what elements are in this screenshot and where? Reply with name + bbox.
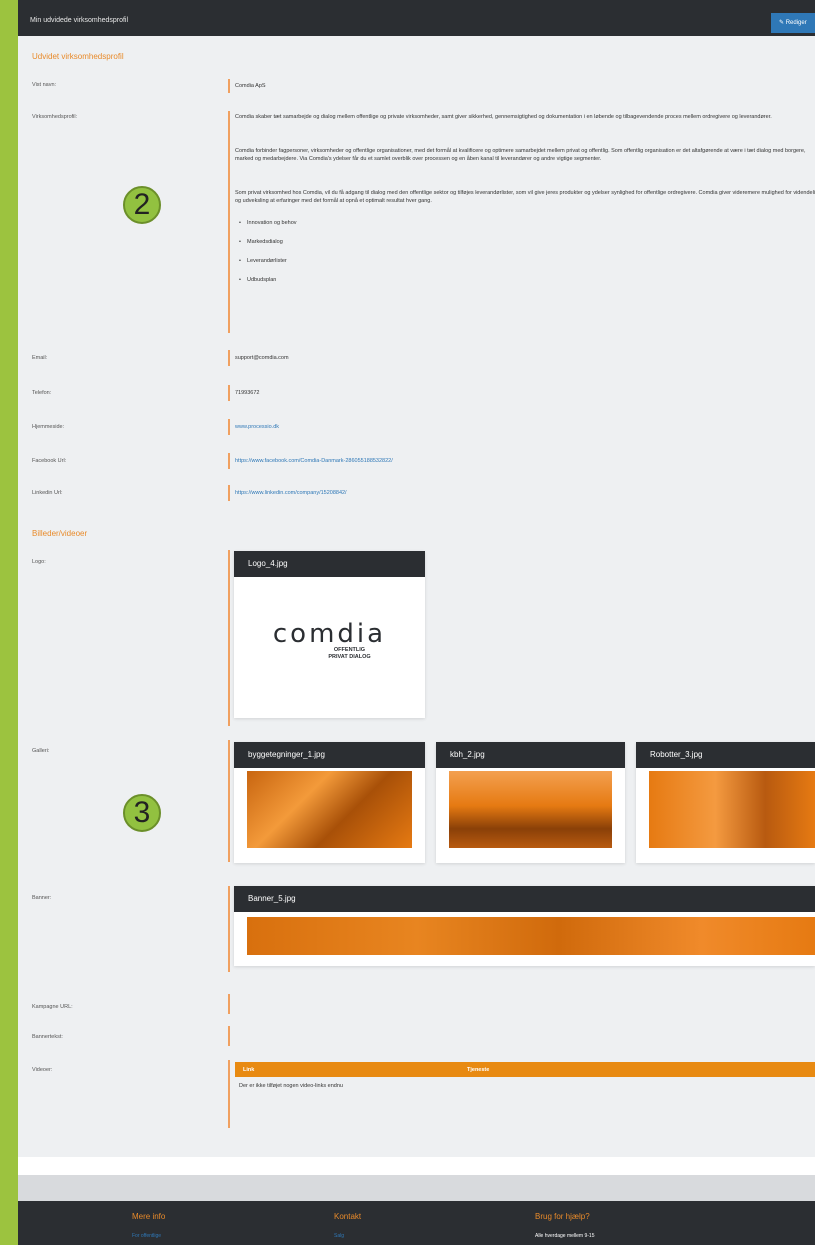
banner-card[interactable]: Banner_5.jpg <box>234 886 815 966</box>
edit-icon: ✎ <box>779 20 785 26</box>
label-galleri: Galleri: <box>32 748 50 754</box>
gallery-filename: Robotter_3.jpg <box>636 742 815 768</box>
label-email: Email: <box>32 355 48 361</box>
gallery-image-blueprints <box>247 771 412 848</box>
divider <box>228 994 230 1014</box>
list-item: Udbudsplan <box>239 276 815 284</box>
divider <box>228 740 230 862</box>
profile-paragraph: Comdia skaber tæt samarbejde og dialog m… <box>235 114 772 120</box>
banner-image <box>247 917 815 955</box>
section-title-profile: Udvidet virksomhedsprofil <box>32 52 124 61</box>
link-linkedin[interactable]: https://www.linkedin.com/company/1520884… <box>228 485 347 501</box>
label-logo: Logo: <box>32 559 46 565</box>
edit-button[interactable]: ✎ Rediger <box>771 13 815 33</box>
divider <box>228 550 230 726</box>
videos-table: Link Tjeneste Der er ikke tilføjet nogen… <box>235 1062 815 1089</box>
comdia-logo: comdia OFFENTLIG PRIVAT DIALOG <box>234 621 425 661</box>
videos-table-header: Link Tjeneste <box>235 1062 815 1077</box>
profile-bullet-list: Innovation og behov Markedsdialog Levera… <box>239 219 815 284</box>
footer-title-mere-info: Mere info <box>132 1212 166 1221</box>
logo-wordmark: comdia <box>272 619 387 649</box>
footer: Mere info For offentlige Kontakt Salg Br… <box>18 1201 815 1245</box>
gallery-card[interactable]: kbh_2.jpg <box>436 742 625 863</box>
gallery-image-robots <box>649 771 815 848</box>
videos-empty-message: Der er ikke tilføjet nogen video-links e… <box>239 1083 343 1089</box>
label-hjemmeside: Hjemmeside: <box>32 424 65 430</box>
value-virksomhedsprofil: Comdia skaber tæt samarbejde og dialog m… <box>228 111 815 333</box>
footer-hours: Alle hverdage mellem 9-15 <box>535 1233 595 1239</box>
footer-title-help: Brug for hjælp? <box>535 1212 590 1221</box>
label-facebook: Facebook Url: <box>32 458 67 464</box>
column-link: Link <box>243 1067 255 1073</box>
top-bar: Min udvidede virksomhedsprofil ✎ Rediger <box>18 0 815 36</box>
banner-filename: Banner_5.jpg <box>234 886 815 912</box>
step-badge-2: 2 <box>123 186 161 224</box>
list-item: Leverandørlister <box>239 257 815 265</box>
edit-label: Rediger <box>785 20 807 26</box>
list-item: Innovation og behov <box>239 219 815 227</box>
label-telefon: Telefon: <box>32 390 52 396</box>
link-facebook[interactable]: https://www.facebook.com/Comdia-Danmark-… <box>228 453 393 469</box>
profile-paragraph: Comdia forbinder fagpersoner, virksomhed… <box>235 148 806 162</box>
divider <box>228 886 230 972</box>
gallery-card[interactable]: Robotter_3.jpg <box>636 742 815 863</box>
label-bannertekst: Bannertekst: <box>32 1034 63 1040</box>
logo-filename: Logo_4.jpg <box>234 551 425 577</box>
logo-sub2: PRIVAT DIALOG <box>328 654 371 660</box>
footer-title-kontakt: Kontakt <box>334 1212 362 1221</box>
label-kampagne-url: Kampagne URL: <box>32 1004 73 1010</box>
footer-link-offentlige[interactable]: For offentlige <box>132 1233 161 1239</box>
value-telefon: 71993672 <box>228 385 259 401</box>
gallery-filename: byggetegninger_1.jpg <box>234 742 425 768</box>
label-linkedin: Linkedin Url: <box>32 490 63 496</box>
label-videoer: Videoer: <box>32 1067 53 1073</box>
step-badge-3: 3 <box>123 794 161 832</box>
divider <box>228 1026 230 1046</box>
footer-link-salg[interactable]: Salg <box>334 1233 344 1239</box>
section-title-media: Billeder/videoer <box>32 529 88 538</box>
value-email: support@comdia.com <box>228 350 289 366</box>
footer-band <box>18 1175 815 1201</box>
label-banner: Banner: <box>32 895 52 901</box>
profile-paragraph: Som privat virksomhed hos Comdia, vil du… <box>235 190 815 204</box>
gallery-image-city <box>449 771 612 848</box>
divider <box>228 1060 230 1128</box>
gallery-filename: kbh_2.jpg <box>436 742 625 768</box>
gallery-card[interactable]: byggetegninger_1.jpg <box>234 742 425 863</box>
footer-spacer <box>18 1157 815 1175</box>
list-item: Markedsdialog <box>239 238 815 246</box>
link-hjemmeside[interactable]: www.processio.dk <box>228 419 279 435</box>
column-tjeneste: Tjeneste <box>467 1067 490 1073</box>
label-vist-navn: Vist navn: <box>32 82 57 88</box>
value-vist-navn: Comdia ApS <box>228 79 266 93</box>
page-title: Min udvidede virksomhedsprofil <box>30 17 129 24</box>
label-virksomhedsprofil: Virksomhedsprofil: <box>32 114 78 120</box>
logo-card[interactable]: Logo_4.jpg comdia OFFENTLIG PRIVAT DIALO… <box>234 551 425 718</box>
